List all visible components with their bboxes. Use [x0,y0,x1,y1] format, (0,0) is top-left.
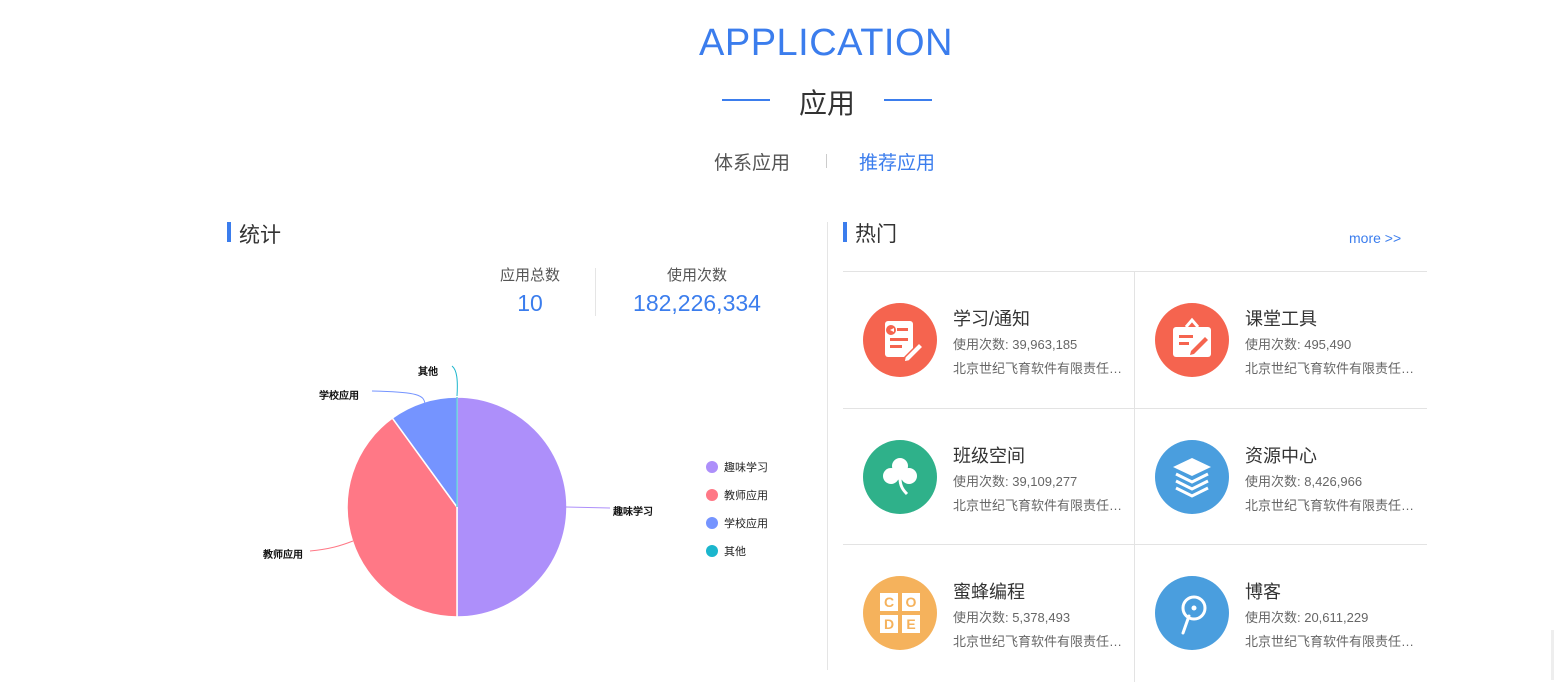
stats-section-title: 统计 [239,224,281,247]
code-blocks-icon: C O D E [863,576,937,650]
legend-label: 学校应用 [724,518,768,530]
pie-label-fun-learning: 趣味学习 [613,507,653,518]
legend-dot [706,545,718,557]
app-use-count: 使用次数: 8,426,966 [1245,474,1363,489]
app-card-class-space[interactable]: 班级空间 使用次数: 39,109,277 北京世纪飞育软件有限责任公司 [843,409,1135,545]
app-company: 北京世纪飞育软件有限责任公司 [953,634,1133,649]
app-card-blog[interactable]: 博客 使用次数: 20,611,229 北京世纪飞育软件有限责任公司 [1135,545,1427,681]
pie-leader-line-other [451,365,458,397]
legend-label: 其他 [724,546,746,558]
app-company: 北京世纪飞育软件有限责任公司 [1245,498,1425,513]
app-use-count: 使用次数: 495,490 [1245,337,1352,352]
legend-dot [706,489,718,501]
clover-icon [863,440,937,514]
app-name: 博客 [1245,582,1281,602]
pie-label-school-apps: 学校应用 [319,391,359,402]
app-tabs: 体系应用 推荐应用 [700,148,960,178]
legend-dot [706,461,718,473]
app-name: 资源中心 [1245,446,1317,466]
hot-section-bar [843,222,847,242]
pie-leader-line-teacher-apps [309,540,354,552]
blog-pen-icon [1155,576,1229,650]
hot-section-title: 热门 [855,223,897,246]
app-use-count: 使用次数: 39,963,185 [953,337,1078,352]
app-name: 班级空间 [953,446,1025,466]
svg-text:E: E [906,616,915,632]
chart-legend: 趣味学习 教师应用 学校应用 其他 [706,459,768,558]
legend-label: 趣味学习 [724,462,768,474]
tab-recommended-apps[interactable]: 推荐应用 [859,148,935,175]
app-company: 北京世纪飞育软件有限责任公司 [953,361,1133,376]
tab-separator [826,154,827,168]
app-name: 课堂工具 [1245,309,1317,329]
legend-item-other[interactable]: 其他 [706,543,768,558]
app-card-study-notice[interactable]: 学习/通知 使用次数: 39,963,185 北京世纪飞育软件有限责任公司 [843,272,1135,408]
app-company: 北京世纪飞育软件有限责任公司 [953,498,1133,513]
pie-chart [309,365,611,618]
app-company: 北京世纪飞育软件有限责任公司 [1245,634,1425,649]
pie-label-teacher-apps: 教师应用 [263,550,303,561]
legend-dot [706,517,718,529]
title-decor-line-right [884,99,932,101]
clipboard-pen-icon [1155,303,1229,377]
pie-leader-line-school-apps [371,390,426,405]
app-name: 学习/通知 [953,309,1031,329]
stats-divider [595,268,596,316]
app-card-resource-center[interactable]: 资源中心 使用次数: 8,426,966 北京世纪飞育软件有限责任公司 [1135,409,1427,545]
legend-item-school-apps[interactable]: 学校应用 [706,515,768,530]
page-title-cn: 应用 [798,88,855,119]
app-use-count: 使用次数: 39,109,277 [953,474,1078,489]
notice-icon [863,303,937,377]
total-apps-label: 应用总数 [499,267,560,284]
svg-text:O: O [906,594,917,610]
pie-label-other: 其他 [418,367,438,378]
total-apps-value: 10 [517,290,543,316]
app-name: 蜜蜂编程 [953,582,1025,602]
total-uses-label: 使用次数 [666,267,727,284]
pie-leader-line-fun-learning [565,506,611,509]
app-use-count: 使用次数: 20,611,229 [1245,610,1369,625]
legend-item-teacher-apps[interactable]: 教师应用 [706,487,768,502]
section-divider [827,222,828,670]
layers-icon [1155,440,1229,514]
page-title-en: APPLICATION [699,22,953,64]
pie-slice-0[interactable] [456,396,568,618]
stats-section-bar [227,222,231,242]
app-company: 北京世纪飞育软件有限责任公司 [1245,361,1425,376]
tab-system-apps[interactable]: 体系应用 [714,148,790,175]
legend-item-fun-learning[interactable]: 趣味学习 [706,459,768,474]
more-link[interactable]: more >> [1349,230,1401,246]
legend-label: 教师应用 [724,490,768,502]
app-use-count: 使用次数: 5,378,493 [953,610,1071,625]
page-title-cn-wrap: 应用 [722,82,932,122]
app-card-bee-coding[interactable]: C O D E 蜜蜂编程 使用次数: 5,378,493 北京世纪飞育软件有限责… [843,545,1135,681]
app-card-classroom-tools[interactable]: 课堂工具 使用次数: 495,490 北京世纪飞育软件有限责任公司 [1135,272,1427,408]
total-uses-value: 182,226,334 [633,290,761,316]
svg-text:C: C [884,594,894,610]
svg-text:D: D [884,616,894,632]
